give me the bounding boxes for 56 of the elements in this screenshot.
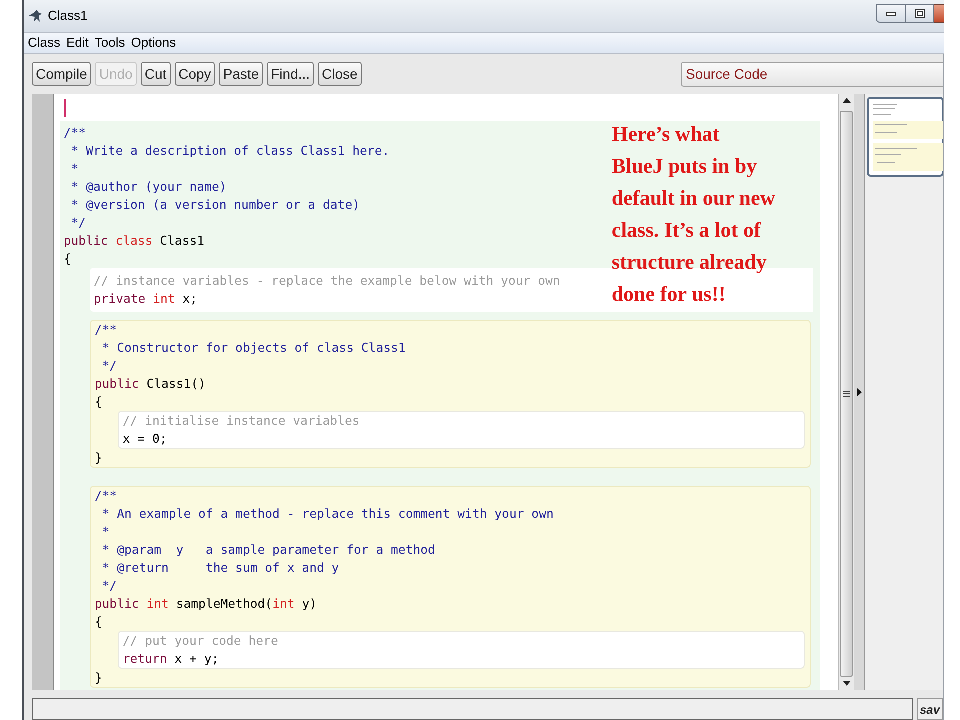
code-line: {	[64, 251, 72, 268]
code-line: * Constructor for objects of class Class1	[101, 340, 406, 357]
scroll-down-icon	[842, 681, 851, 686]
code-line: * @return the sum of x and y	[101, 560, 340, 577]
code-line: /**	[94, 488, 118, 505]
code-line: *	[101, 524, 110, 541]
code-line: }	[94, 670, 102, 687]
code-line: * An example of a method - replace this comment with your own	[101, 506, 554, 523]
navigator-thumbnail-drawing[interactable]	[867, 97, 943, 177]
code-line: *	[70, 161, 79, 178]
code-line: {	[94, 394, 102, 411]
expand-arrow-icon[interactable]	[856, 388, 862, 396]
dropdown-value: Source Code	[686, 64, 768, 84]
code-line: /**	[64, 125, 86, 142]
view-dropdown[interactable]: Source Code	[681, 62, 943, 86]
scroll-up-icon	[842, 98, 851, 103]
toolbar-button[interactable]: Close	[318, 62, 362, 86]
code-line: return x + y;	[122, 651, 220, 668]
code-line: */	[70, 215, 86, 232]
status-text: sav	[919, 702, 942, 719]
code-line: * Write a description of class Class1 here.	[70, 143, 390, 160]
code-line: {	[94, 614, 102, 631]
minimize-icon	[886, 12, 896, 16]
menu-item[interactable]: Options	[131, 33, 176, 53]
code-line: // initialise instance variables	[122, 413, 360, 430]
toolbar-button[interactable]: Paste	[219, 62, 264, 86]
code-line: */	[101, 578, 118, 595]
annotation-text: Here’s what BlueJ puts in by default in our new class. It’s a lot of structure already done for us!!	[612, 121, 776, 308]
code-line: // put your code here	[122, 633, 278, 650]
toolbar-button[interactable]: Cut	[140, 62, 171, 86]
menu-item[interactable]: Edit	[66, 33, 89, 53]
code-line: public int sampleMethod(int y)	[94, 596, 318, 613]
window-title: Class1	[48, 7, 88, 26]
code-line: */	[101, 358, 118, 375]
code-line: * @author (your name)	[70, 179, 227, 196]
menu-item[interactable]: Class	[28, 33, 61, 53]
grip-icon	[843, 391, 850, 397]
scrollbar-thumb[interactable]	[840, 111, 854, 677]
minimize-button[interactable]	[876, 4, 906, 23]
menu-item[interactable]: Tools	[94, 33, 126, 53]
text-cursor	[64, 99, 66, 117]
toolbar-button[interactable]: Compile	[32, 62, 92, 86]
code-line: * @param y a sample parameter for a method	[101, 542, 436, 559]
code-line: }	[94, 450, 102, 467]
code-line: * @version (a version number or a date)	[70, 197, 360, 214]
code-line: private int x;	[94, 291, 198, 308]
code-line: // instance variables - replace the example below with your own	[94, 273, 560, 290]
close-button[interactable]	[934, 4, 944, 23]
code-line: x = 0;	[122, 431, 168, 448]
code-line: public class Class1	[64, 233, 205, 250]
toolbar-button[interactable]: Find...	[267, 62, 314, 86]
toolbar-button[interactable]: Copy	[174, 62, 216, 86]
maximize-icon	[914, 9, 924, 18]
code-line: /**	[94, 322, 118, 339]
maximize-button[interactable]	[906, 4, 934, 23]
code-line: public Class1()	[94, 376, 206, 393]
